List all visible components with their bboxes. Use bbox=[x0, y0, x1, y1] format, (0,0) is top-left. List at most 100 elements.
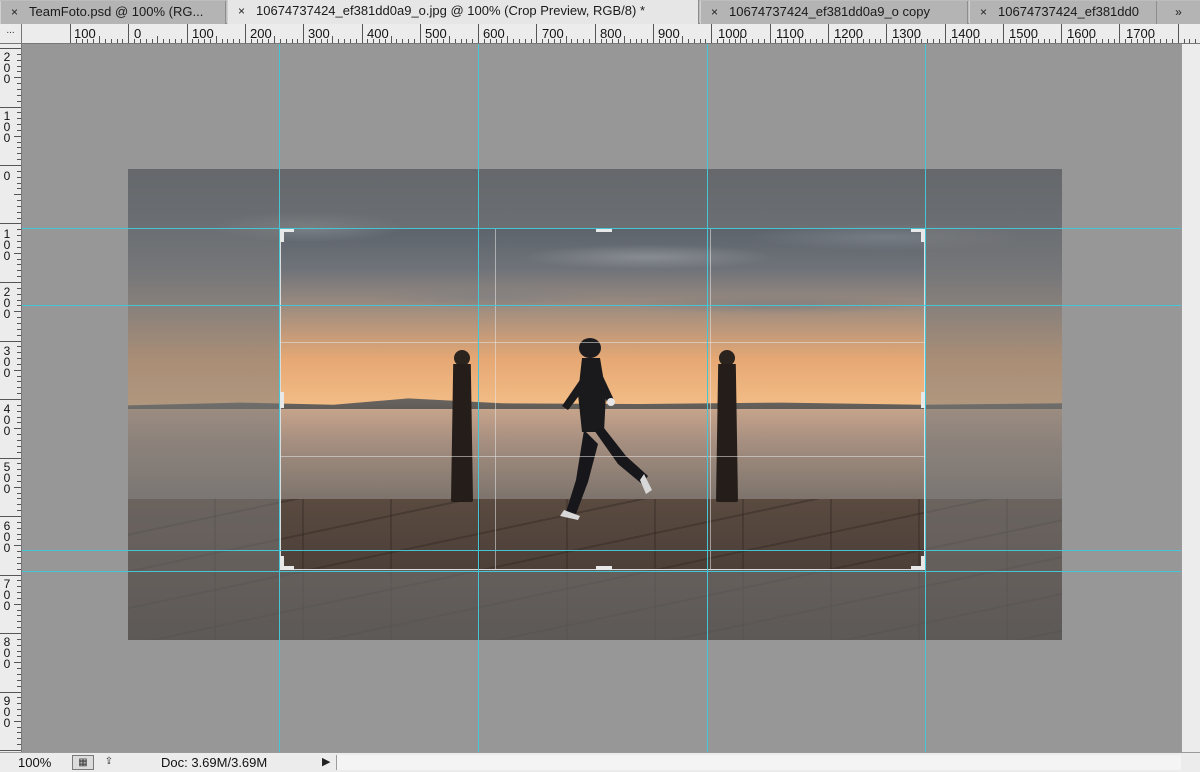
guide-vertical[interactable] bbox=[279, 44, 280, 752]
status-menu-arrow-icon[interactable]: ▶ bbox=[322, 754, 330, 771]
ruler-tick bbox=[764, 39, 765, 43]
ruler-label-digit: 0 bbox=[3, 131, 11, 145]
ruler-tick bbox=[0, 107, 21, 108]
tab-crop-preview[interactable]: × 10674737424_ef381dd0a9_o.jpg @ 100% (Cr… bbox=[227, 0, 699, 25]
crop-box[interactable] bbox=[280, 228, 925, 570]
ruler-tick bbox=[379, 39, 380, 43]
close-tab-icon[interactable]: × bbox=[980, 1, 992, 23]
ruler-tick bbox=[17, 235, 21, 236]
ruler-tick bbox=[566, 36, 567, 43]
ruler-tick bbox=[17, 229, 21, 230]
ruler-tick bbox=[17, 270, 21, 271]
share-icon[interactable]: ⇪ bbox=[98, 755, 120, 770]
ruler-tick bbox=[1090, 36, 1091, 43]
crop-handle-left[interactable] bbox=[280, 392, 284, 408]
ruler-tick bbox=[1125, 39, 1126, 43]
ruler-tick bbox=[583, 39, 584, 43]
close-tab-icon[interactable]: × bbox=[711, 1, 723, 23]
ruler-tick bbox=[1049, 39, 1050, 43]
photoshop-window: × TeamFoto.psd @ 100% (RG... × 10674737424… bbox=[0, 0, 1200, 772]
ruler-tick bbox=[1137, 39, 1138, 43]
proof-setup-icon[interactable]: ▦ bbox=[72, 755, 94, 770]
ruler-tick bbox=[1160, 39, 1161, 43]
document-canvas[interactable] bbox=[22, 44, 1181, 752]
ruler-tick bbox=[0, 399, 21, 400]
guide-horizontal[interactable] bbox=[22, 305, 1181, 306]
ruler-tick bbox=[653, 24, 654, 43]
ruler-tick bbox=[1143, 39, 1144, 43]
ruler-tick bbox=[17, 446, 21, 447]
ruler-tick bbox=[542, 39, 543, 43]
ruler-tick bbox=[472, 39, 473, 43]
ruler-tick bbox=[845, 39, 846, 43]
tab-fourth[interactable]: × 10674737424_ef381dd0 bbox=[969, 1, 1157, 24]
ruler-tick bbox=[17, 627, 21, 628]
ruler-tick bbox=[595, 24, 596, 43]
ruler-tick bbox=[898, 39, 899, 43]
ruler-tick bbox=[198, 39, 199, 43]
ruler-label: 300 bbox=[2, 345, 12, 379]
close-tab-icon[interactable]: × bbox=[238, 0, 250, 22]
tab-teamfoto[interactable]: × TeamFoto.psd @ 100% (RG... bbox=[0, 1, 226, 24]
thirds-line bbox=[710, 229, 711, 569]
ruler-label-digit: 0 bbox=[3, 72, 11, 86]
ruler-tick bbox=[1189, 39, 1190, 43]
ruler-tick bbox=[14, 311, 21, 312]
tab-copy[interactable]: × 10674737424_ef381dd0a9_o copy bbox=[700, 1, 968, 24]
zoom-level-field[interactable]: 100% bbox=[4, 754, 66, 771]
document-size-info[interactable]: Doc: 3.69M/3.69M bbox=[161, 754, 267, 771]
crop-handle-bottom-left[interactable] bbox=[280, 556, 284, 570]
ruler-tick bbox=[17, 288, 21, 289]
vertical-scrollbar[interactable] bbox=[1181, 44, 1200, 752]
vertical-ruler[interactable]: 2001000100200300400500600700800900 bbox=[0, 44, 22, 752]
ruler-tick bbox=[245, 24, 246, 43]
ruler-tick bbox=[17, 305, 21, 306]
ruler-tick bbox=[869, 39, 870, 43]
ruler-label: 900 bbox=[2, 695, 12, 729]
ruler-tick bbox=[17, 300, 21, 301]
ruler-tick bbox=[1020, 39, 1021, 43]
ruler-tick bbox=[455, 39, 456, 43]
ruler-tick bbox=[740, 36, 741, 43]
ruler-label: 400 bbox=[2, 403, 12, 437]
ruler-tick bbox=[17, 153, 21, 154]
guide-horizontal[interactable] bbox=[22, 228, 1181, 229]
crop-handle-bottom[interactable] bbox=[596, 566, 612, 570]
guide-vertical[interactable] bbox=[478, 44, 479, 752]
ruler-tick bbox=[17, 598, 21, 599]
guide-horizontal[interactable] bbox=[22, 550, 1181, 551]
ruler-tick bbox=[17, 563, 21, 564]
ruler-tick bbox=[17, 212, 21, 213]
ruler-tick bbox=[17, 323, 21, 324]
ruler-tick bbox=[886, 24, 887, 43]
ruler-tick bbox=[17, 60, 21, 61]
ruler-tick bbox=[1038, 39, 1039, 43]
horizontal-scrollbar[interactable] bbox=[336, 755, 1181, 770]
ruler-tick bbox=[0, 48, 21, 49]
ruler-tick bbox=[17, 434, 21, 435]
ruler-tick bbox=[93, 39, 94, 43]
guide-vertical[interactable] bbox=[925, 44, 926, 752]
tab-label: 10674737424_ef381dd0a9_o.jpg @ 100% (Cro… bbox=[256, 3, 646, 18]
ruler-tick bbox=[356, 39, 357, 43]
crop-handle-top-left[interactable] bbox=[280, 228, 284, 242]
ruler-tick bbox=[332, 36, 333, 43]
ruler-tick bbox=[17, 83, 21, 84]
ruler-label-digit: 0 bbox=[3, 541, 11, 555]
horizontal-ruler[interactable]: 100 0 100 200 300 400 500 600 700 800 900 1000 1100 1… bbox=[22, 24, 1200, 44]
ruler-tick bbox=[17, 124, 21, 125]
ruler-tick bbox=[0, 516, 21, 517]
guide-vertical[interactable] bbox=[707, 44, 708, 752]
ruler-tick bbox=[321, 39, 322, 43]
tab-overflow-button[interactable]: » bbox=[1156, 1, 1200, 24]
guide-horizontal[interactable] bbox=[22, 571, 1181, 572]
ruler-origin[interactable]: ... bbox=[0, 24, 22, 44]
ruler-tick bbox=[14, 604, 21, 605]
ruler-tick bbox=[157, 36, 158, 43]
ruler-tick bbox=[1154, 39, 1155, 43]
ruler-tick bbox=[758, 39, 759, 43]
close-tab-icon[interactable]: × bbox=[11, 1, 23, 23]
ruler-label: 1600 bbox=[1067, 26, 1096, 41]
ruler-tick bbox=[974, 36, 975, 43]
ruler-tick bbox=[17, 142, 21, 143]
